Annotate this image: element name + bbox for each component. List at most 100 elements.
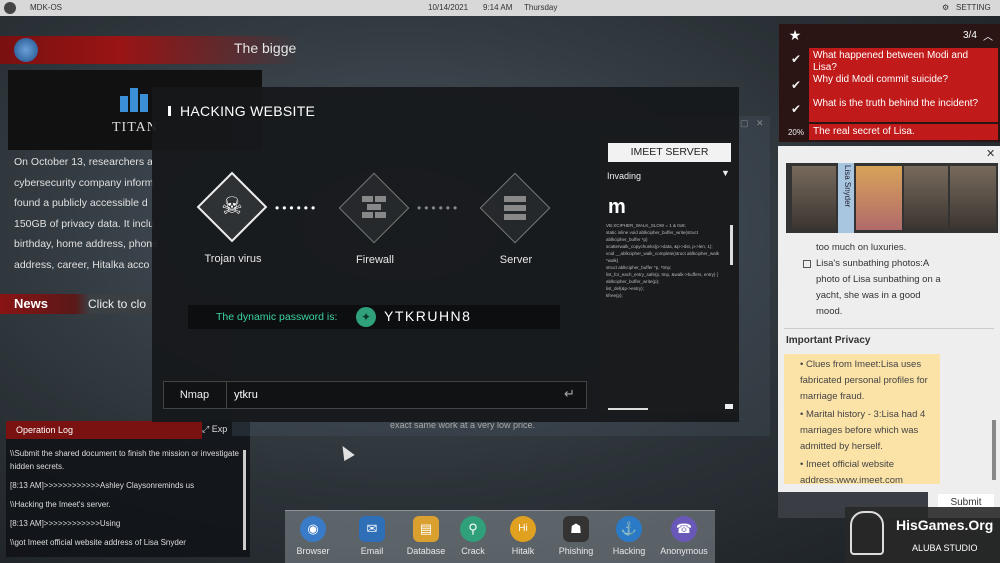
minimize-icon[interactable]: ▢ [740, 118, 750, 128]
note-line: too much on luxuries. [816, 242, 907, 253]
hacking-icon: ⚓ [616, 516, 642, 542]
date: 10/14/2021 [428, 3, 469, 12]
node-label: Trojan virus [204, 253, 262, 265]
profile-scrollbar[interactable] [992, 420, 996, 480]
dock-anonymous[interactable]: ☎ Anonymous [659, 512, 709, 556]
checkbox-icon[interactable] [803, 260, 811, 268]
dock-phishing[interactable]: ☗ Phishing [551, 512, 601, 556]
skull-icon: ☠ [221, 193, 243, 220]
suspect-photo[interactable] [950, 166, 996, 230]
dock-browser[interactable]: ◉ Browser [288, 512, 338, 556]
ghost-logo-icon [850, 511, 884, 555]
log-line: \\Hacking the Imeet's server. [10, 500, 111, 509]
privacy-item[interactable]: • Clues from Imeet:Lisa uses fabricated … [790, 357, 940, 405]
chevron-up-icon[interactable]: ︿ [983, 28, 993, 43]
privacy-text: Marital history - 3:Lisa had 4 marriages… [800, 409, 926, 452]
progress-dots: •••••• [417, 201, 461, 215]
imeet-logo-icon: m [608, 196, 626, 218]
dock-label: Database [406, 546, 446, 556]
gear-icon[interactable]: ⚙ [942, 3, 949, 12]
command-input[interactable] [234, 385, 554, 405]
modal-title: HACKING WEBSITE [180, 103, 316, 119]
title-marker [168, 106, 171, 116]
server-indicator [725, 404, 733, 409]
enter-icon[interactable]: ↵ [564, 386, 575, 402]
suspect-photo[interactable] [792, 166, 836, 230]
privacy-item[interactable]: • Imeet official website address:www.ime… [790, 457, 940, 489]
server-tab[interactable]: IMEET SERVER [608, 143, 731, 162]
privacy-item[interactable]: • Marital history - 3:Lisa had 4 marriag… [790, 407, 940, 455]
name-tab-label: Lisa Snyder [843, 165, 852, 208]
password-label: The dynamic password is: [216, 311, 338, 323]
progress-dots: •••••• [275, 201, 319, 215]
news-close-link[interactable]: Click to clo [88, 297, 146, 311]
server-progress [608, 408, 648, 410]
firewall-icon [362, 196, 386, 218]
name-tab: Lisa Snyder [838, 163, 854, 233]
operation-log-expand-button[interactable]: ⤢ Exp [202, 424, 227, 435]
question-item[interactable]: The real secret of Lisa. [809, 124, 998, 140]
question-progress: 3/4 [963, 30, 977, 41]
anonymous-icon: ☎ [671, 516, 697, 542]
star-icon: ★ [788, 27, 802, 43]
dock-label: Crack [461, 546, 485, 556]
dock-label: Anonymous [660, 546, 708, 556]
check-icon: ✔ [790, 78, 802, 92]
node-label: Server [499, 254, 533, 266]
question-item[interactable]: What happened between Modi and Lisa? [809, 48, 998, 73]
hitalk-icon: Hi [510, 516, 536, 542]
system-top-bar: MDK-OS 10/14/2021 9:14 AM Thursday ⚙ SET… [0, 0, 1000, 16]
mouse-cursor [337, 442, 355, 462]
studio-name: ALUBA STUDIO [912, 543, 978, 553]
phishing-icon: ☗ [563, 516, 589, 542]
settings-button[interactable]: SETTING [956, 3, 991, 12]
divider [784, 328, 994, 329]
news-headline: The bigge [234, 40, 297, 56]
privacy-text: Clues from Imeet:Lisa uses fabricated pe… [800, 359, 928, 402]
dock-hacking[interactable]: ⚓ Hacking [604, 512, 654, 556]
token-icon: ✦ [356, 307, 376, 327]
chevron-down-icon[interactable]: ▼ [721, 168, 730, 178]
note-text: Lisa's sunbathing photos:A photo of Lisa… [816, 258, 941, 317]
privacy-text: Imeet official website address:www.imeet… [800, 459, 903, 486]
dock-email[interactable]: ✉ Email [347, 512, 397, 556]
dock-label: Hacking [612, 546, 646, 556]
dock-label: Email [360, 546, 384, 556]
server-icon [504, 196, 526, 220]
question-item[interactable]: Why did Modi commit suicide? [809, 72, 998, 96]
lisa-photo[interactable] [856, 166, 902, 230]
suspect-photo[interactable] [904, 166, 948, 230]
close-icon[interactable]: ✕ [986, 147, 995, 160]
server-scrollbar[interactable] [730, 225, 733, 265]
privacy-list: • Clues from Imeet:Lisa uses fabricated … [790, 357, 940, 489]
watermark-site: HisGames.Org [896, 517, 994, 533]
titan-logo-text: TITAN [112, 120, 158, 135]
operation-log-title: Operation Log [16, 425, 74, 435]
crack-icon: ⚲ [460, 516, 486, 542]
dock-label: Hitalk [511, 546, 535, 556]
day: Thursday [524, 3, 558, 12]
question-percent: 20% [787, 128, 804, 137]
check-icon: ✔ [790, 52, 802, 66]
check-icon: ✔ [790, 102, 802, 116]
dock-crack[interactable]: ⚲ Crack [448, 512, 498, 556]
log-line: \\got Imeet official website address of … [10, 538, 186, 547]
database-icon: ▤ [413, 516, 439, 542]
news-label: News [14, 296, 48, 311]
operation-log-scrollbar[interactable] [243, 450, 246, 550]
os-logo-icon[interactable] [4, 2, 16, 14]
server-status: Invading [607, 171, 642, 181]
dock-database[interactable]: ▤ Database [401, 512, 451, 556]
email-icon: ✉ [359, 516, 385, 542]
note-item: Lisa's sunbathing photos:A photo of Lisa… [783, 256, 943, 320]
close-icon[interactable]: ✕ [756, 118, 766, 128]
password-value: YTKRUHN8 [384, 308, 472, 324]
profile-notes: too much on luxuries. Lisa's sunbathing … [783, 240, 943, 320]
log-line: [8:13 AM]>>>>>>>>>>>>Ashley Claysonremin… [10, 481, 195, 490]
dock-hitalk[interactable]: Hi Hitalk [498, 512, 548, 556]
browser-icon: ◉ [300, 516, 326, 542]
operation-log-lines: \\Submit the shared document to finish t… [10, 447, 240, 555]
question-item[interactable]: What is the truth behind the incident? [809, 96, 998, 122]
log-line: \\Submit the shared document to finish t… [10, 449, 240, 471]
time: 9:14 AM [483, 3, 513, 12]
